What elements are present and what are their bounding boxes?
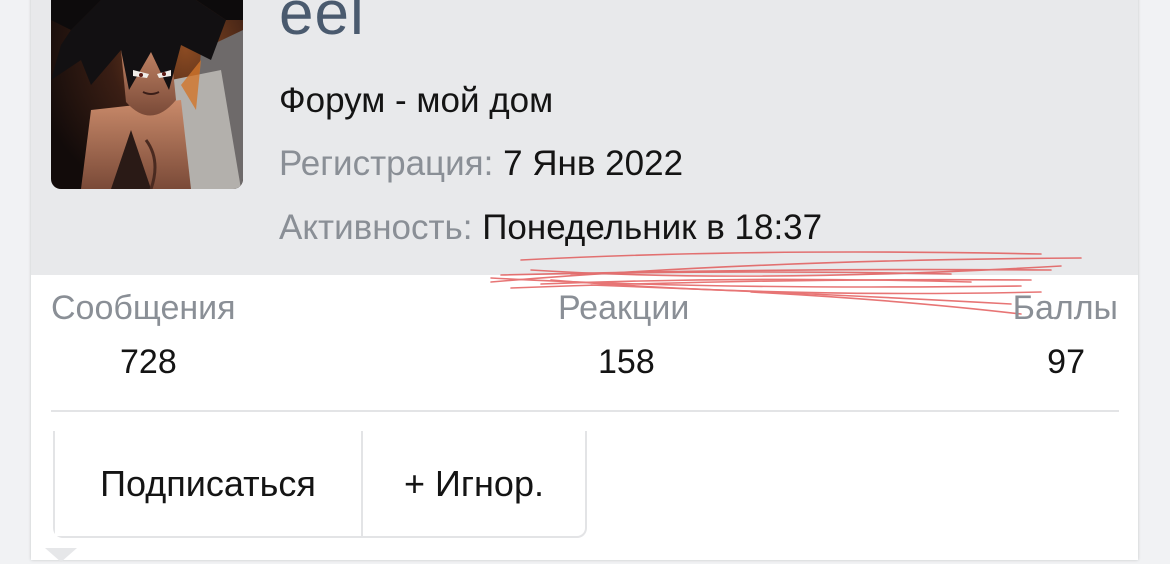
avatar[interactable] xyxy=(51,0,243,189)
stat-reactions: Реакции 158 xyxy=(558,288,689,382)
messages-label: Сообщения xyxy=(51,289,236,327)
red-scribble-annotation xyxy=(490,251,1082,315)
stats-divider xyxy=(51,410,1119,412)
ignore-button[interactable]: + Игнор. xyxy=(363,431,585,536)
follow-button[interactable]: Подписаться xyxy=(55,431,363,536)
points-label: Баллы xyxy=(1012,289,1118,327)
activity-label: Активность: xyxy=(279,208,473,247)
tooltip-pointer xyxy=(45,548,77,562)
username[interactable]: eel xyxy=(279,0,365,54)
user-title: Форум - мой дом xyxy=(279,81,554,120)
points-value: 97 xyxy=(1047,343,1085,381)
stat-points: Баллы 97 xyxy=(1013,288,1118,382)
stat-messages: Сообщения 728 xyxy=(51,288,236,382)
reactions-value: 158 xyxy=(598,343,655,381)
member-tooltip-card: eel Форум - мой дом Регистрация: 7 Янв 2… xyxy=(31,0,1138,560)
reactions-label: Реакции xyxy=(558,289,690,327)
registration-value: 7 Янв 2022 xyxy=(503,144,684,183)
registration-row: Регистрация: 7 Янв 2022 xyxy=(279,144,683,184)
action-button-group: Подписаться + Игнор. xyxy=(53,431,587,538)
profile-header: eel Форум - мой дом Регистрация: 7 Янв 2… xyxy=(31,0,1138,275)
registration-label: Регистрация: xyxy=(279,144,494,183)
messages-value[interactable]: 728 xyxy=(120,342,236,382)
